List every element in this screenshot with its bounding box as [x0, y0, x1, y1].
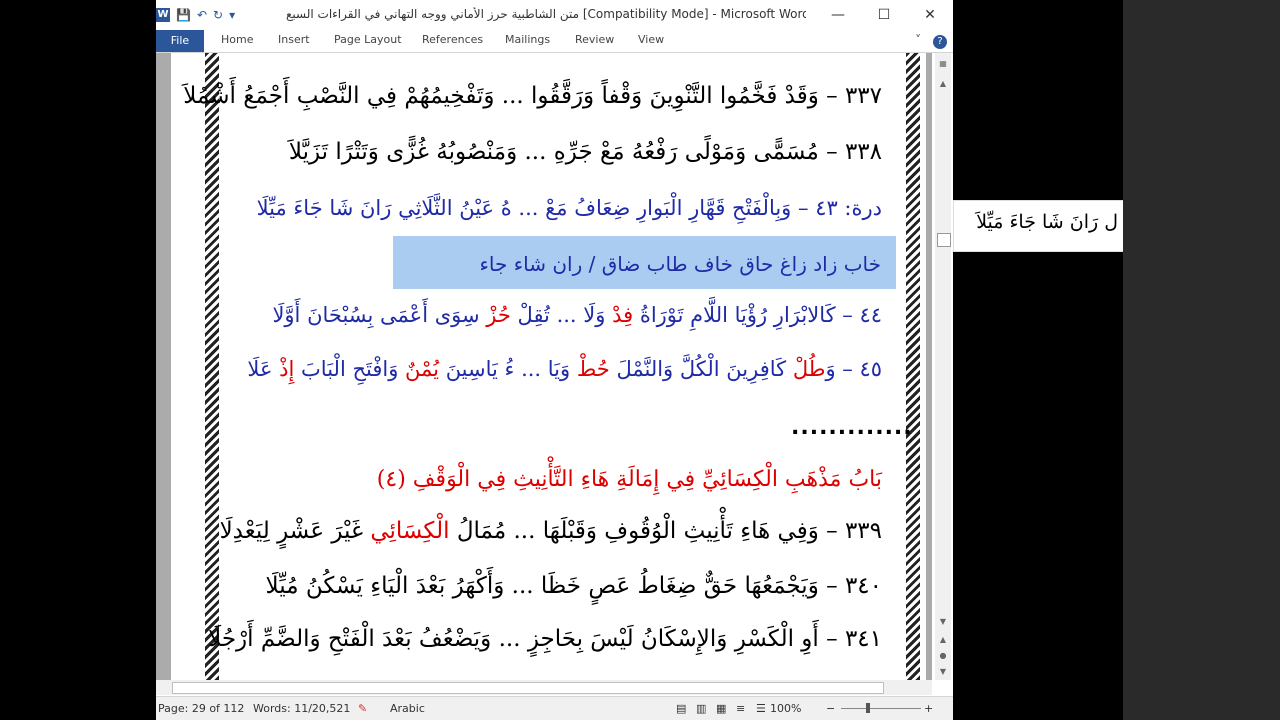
separator-dots: .............: [791, 415, 913, 440]
redo-icon[interactable]: ↻: [213, 8, 223, 22]
scroll-down-icon[interactable]: ▼: [936, 615, 950, 629]
print-layout-icon[interactable]: ▤: [676, 702, 686, 715]
v45-code: يُمْنٌ: [405, 357, 440, 381]
minimize-button[interactable]: —: [815, 0, 861, 30]
language-indicator[interactable]: Arabic: [390, 702, 425, 715]
dura-verse-45: ٤٥ – وَطُلْ كَافِرِينَ الْكُلَّ وَالنَّم…: [247, 357, 882, 381]
word-window: W 💾 ↶ ↻ ▾ متن الشاطبية حرز الأماني ووجه …: [156, 0, 953, 720]
floating-text: ل رَانَ شَا جَاءَ مَيِّلاَ: [976, 211, 1118, 233]
v45-part: كَافِرِينَ الْكُلَّ وَالنَّمْلَ: [609, 357, 793, 381]
verse-337: ٣٣٧ – وَقَدْ فَخَّمُوا التَّنْوِينَ وَقْ…: [183, 83, 882, 109]
verse-339: ٣٣٩ – وَفِي هَاءِ تَأْنِيثِ الْوُقُوفِ و…: [220, 518, 882, 544]
tab-mailings[interactable]: Mailings: [505, 33, 550, 46]
help-icon[interactable]: ?: [933, 35, 947, 49]
quick-access-toolbar: W 💾 ↶ ↻ ▾: [156, 6, 241, 24]
v44-code: فِدْ: [612, 303, 634, 327]
right-background: [1123, 0, 1280, 720]
chapter-heading: بَابُ مَذْهَبِ الْكِسَائِيِّ فِي إِمَالَ…: [376, 467, 882, 492]
zoom-level[interactable]: 100%: [770, 702, 801, 715]
ribbon-tabs: File Home Insert Page Layout References …: [156, 30, 953, 53]
document-area[interactable]: ٣٣٧ – وَقَدْ فَخَّمُوا التَّنْوِينَ وَقْ…: [156, 53, 932, 680]
save-icon[interactable]: 💾: [176, 8, 191, 22]
ruler-toggle-icon[interactable]: ▦: [936, 57, 950, 71]
page-indicator[interactable]: Page: 29 of 112: [158, 702, 244, 715]
word-app-icon[interactable]: W: [156, 8, 170, 22]
floating-text-preview: ل رَانَ شَا جَاءَ مَيِّلاَ: [953, 200, 1125, 252]
tab-insert[interactable]: Insert: [278, 33, 310, 46]
verse-341: ٣٤١ – أَوِ الْكَسْرِ وَالإِسْكَانُ لَيْس…: [208, 626, 882, 652]
v45-part: ٤٥ – وَ: [825, 357, 882, 381]
v45-part: وَيَا ... ءُ يَاسِينَ: [439, 357, 577, 381]
status-bar: Page: 29 of 112 Words: 11/20,521 ✎ Arabi…: [156, 696, 953, 720]
maximize-button[interactable]: ☐: [861, 0, 907, 30]
v339-part: غَيْرَ عَشْرٍ لِيَعْدِلَا: [219, 518, 371, 544]
dura-verse-43: درة: ٤٣ – وَبِالْفَتْحِ قَهَّارِ الْبَوا…: [257, 196, 882, 220]
zoom-out-button[interactable]: −: [826, 702, 835, 715]
zoom-slider-track[interactable]: [841, 708, 921, 709]
window-title: متن الشاطبية حرز الأماني ووجه التهاني في…: [286, 7, 806, 21]
zoom-in-button[interactable]: +: [924, 702, 933, 715]
v339-code: الْكِسَائِي: [370, 518, 450, 544]
scroll-up-icon[interactable]: ▲: [936, 77, 950, 91]
tab-view[interactable]: View: [638, 33, 664, 46]
browse-object-icon[interactable]: ●: [936, 649, 950, 663]
page-border-right: [906, 53, 920, 680]
dura-text: وَبِالْفَتْحِ قَهَّارِ الْبَوارِ ضِعَافُ…: [256, 196, 792, 220]
tab-review[interactable]: Review: [575, 33, 614, 46]
page-border-left: [205, 53, 219, 680]
full-screen-reading-icon[interactable]: ▥: [696, 702, 706, 715]
word-count[interactable]: Words: 11/20,521: [253, 702, 350, 715]
v45-code: طُلْ: [792, 357, 826, 381]
next-page-icon[interactable]: ▼: [936, 665, 950, 679]
proofing-icon[interactable]: ✎: [358, 702, 367, 715]
undo-icon[interactable]: ↶: [197, 8, 207, 22]
tab-references[interactable]: References: [422, 33, 483, 46]
dura-label: درة: ٤٣ –: [791, 196, 882, 220]
v44-part: ٤٤ – كَالابْرَارِ رُؤْيَا اللَّامِ تَوْر…: [633, 303, 882, 327]
v44-code: حُزْ: [486, 303, 511, 327]
tab-home[interactable]: Home: [221, 33, 253, 46]
v45-part: وَافْتَحِ الْبَابَ: [294, 357, 406, 381]
previous-page-icon[interactable]: ▲: [936, 633, 950, 647]
zoom-slider-knob[interactable]: [866, 703, 870, 713]
v44-part: وَلَا ... تُقِلْ: [510, 303, 613, 327]
v45-code: إِذْ: [279, 357, 295, 381]
web-layout-icon[interactable]: ▦: [716, 702, 726, 715]
vertical-scroll-thumb[interactable]: [937, 233, 951, 247]
horizontal-scroll-thumb[interactable]: [172, 682, 884, 694]
ribbon-controls: ˅ ?: [915, 33, 947, 49]
outline-view-icon[interactable]: ≡: [736, 702, 745, 715]
tab-file[interactable]: File: [156, 30, 204, 52]
close-button[interactable]: ✕: [907, 0, 953, 30]
v339-part: ٣٣٩ – وَفِي هَاءِ تَأْنِيثِ الْوُقُوفِ و…: [449, 518, 882, 544]
draft-view-icon[interactable]: ☰: [756, 702, 766, 715]
highlighted-note-text: خاب زاد زاغ حاق خاف طاب ضاق / ران شاء جا…: [479, 252, 881, 276]
v45-part: عَلَا: [247, 357, 280, 381]
dura-verse-44: ٤٤ – كَالابْرَارِ رُؤْيَا اللَّامِ تَوْر…: [272, 303, 882, 327]
vertical-scrollbar[interactable]: ▦ ▲ ▼ ▲ ● ▼: [935, 53, 951, 680]
v44-part: سِوَى أَعْمَى بِسُبْحَانَ أَوَّلَا: [272, 303, 487, 327]
document-page[interactable]: ٣٣٧ – وَقَدْ فَخَّمُوا التَّنْوِينَ وَقْ…: [171, 53, 926, 680]
title-bar: W 💾 ↶ ↻ ▾ متن الشاطبية حرز الأماني ووجه …: [156, 0, 953, 30]
v45-code: حُطْ: [576, 357, 610, 381]
horizontal-scrollbar[interactable]: [156, 680, 932, 695]
verse-338: ٣٣٨ – مُسَمًّى وَمَوْلًى رَفْعُهُ مَعْ ج…: [288, 139, 882, 165]
collapse-ribbon-icon[interactable]: ˅: [915, 33, 921, 47]
customize-qat-icon[interactable]: ▾: [229, 8, 235, 22]
tab-page-layout[interactable]: Page Layout: [334, 33, 402, 46]
verse-340: ٣٤٠ – وَيَجْمَعُهَا حَقٌّ ضِغَاطُ عَصٍ خ…: [265, 573, 882, 599]
